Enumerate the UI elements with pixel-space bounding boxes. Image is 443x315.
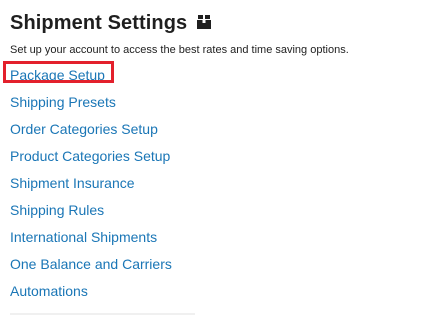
package-box-icon xyxy=(196,14,212,30)
list-item: One Balance and Carriers xyxy=(10,255,443,282)
international-shipments-link[interactable]: International Shipments xyxy=(10,229,157,245)
automations-link[interactable]: Automations xyxy=(10,283,88,299)
settings-link-list: Package Setup Shipping Presets Order Cat… xyxy=(3,61,443,309)
order-categories-setup-link[interactable]: Order Categories Setup xyxy=(10,121,158,137)
shipping-rules-link[interactable]: Shipping Rules xyxy=(10,202,104,218)
list-item: Shipping Presets xyxy=(10,93,443,120)
list-item: Package Setup xyxy=(3,61,443,93)
title-row: Shipment Settings xyxy=(10,10,443,36)
shipping-presets-link[interactable]: Shipping Presets xyxy=(10,94,116,110)
list-item: Shipping Rules xyxy=(10,201,443,228)
list-item: Shipment Insurance xyxy=(10,174,443,201)
package-setup-link[interactable]: Package Setup xyxy=(10,67,105,83)
page-subtitle: Set up your account to access the best r… xyxy=(10,44,349,56)
list-item: Automations xyxy=(10,282,443,309)
list-item: Product Categories Setup xyxy=(10,147,443,174)
one-balance-and-carriers-link[interactable]: One Balance and Carriers xyxy=(10,256,172,272)
list-item: Order Categories Setup xyxy=(10,120,443,147)
shipment-settings-panel: Shipment Settings Set up your account to… xyxy=(0,0,443,315)
page-title: Shipment Settings xyxy=(10,12,188,34)
product-categories-setup-link[interactable]: Product Categories Setup xyxy=(10,148,170,164)
shipment-insurance-link[interactable]: Shipment Insurance xyxy=(10,175,135,191)
list-item: International Shipments xyxy=(10,228,443,255)
